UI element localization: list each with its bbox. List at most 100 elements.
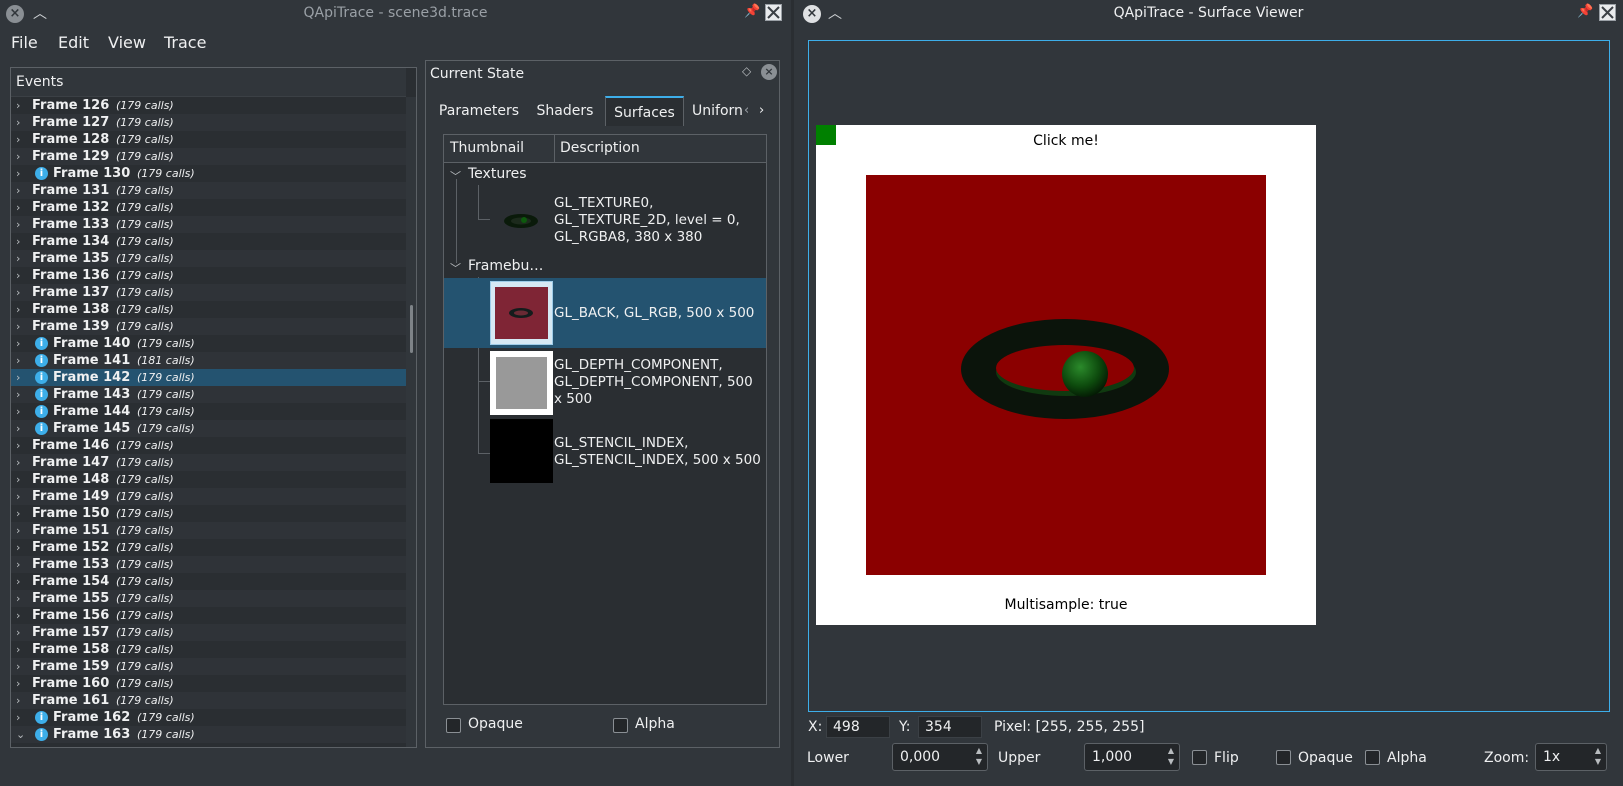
tab-shaders[interactable]: Shaders — [525, 96, 605, 126]
event-frame-row[interactable]: › Frame 159 (179 calls) — [11, 658, 406, 675]
event-frame-row[interactable]: › i Frame 140 (179 calls) — [11, 335, 406, 352]
framebuffers-group[interactable]: Framebu… — [468, 258, 543, 274]
chevron-right-icon[interactable]: › — [16, 692, 20, 709]
event-frame-row[interactable]: › i Frame 142 (179 calls) — [11, 369, 406, 386]
chevron-right-icon[interactable]: › — [16, 539, 20, 556]
opaque-checkbox[interactable] — [446, 718, 461, 733]
tab-uniforms[interactable]: Uniforn — [684, 96, 744, 126]
chevron-right-icon[interactable]: › — [16, 318, 20, 335]
chevron-right-icon[interactable]: › — [16, 522, 20, 539]
texture-row[interactable]: GL_TEXTURE0, GL_TEXTURE_2D, level = 0, G… — [444, 190, 766, 252]
menu-view[interactable]: View — [108, 33, 146, 52]
chevron-right-icon[interactable]: › — [16, 199, 20, 216]
col-description[interactable]: Description — [560, 140, 640, 156]
tab-scroll-left-icon[interactable]: ‹ — [744, 103, 749, 118]
chevron-right-icon[interactable]: › — [16, 505, 20, 522]
viewer-opaque-checkbox[interactable] — [1276, 750, 1291, 765]
chevron-right-icon[interactable]: › — [16, 369, 20, 386]
col-thumbnail[interactable]: Thumbnail — [450, 140, 524, 156]
chevron-right-icon[interactable]: › — [16, 301, 20, 318]
chevron-right-icon[interactable]: › — [16, 250, 20, 267]
event-frame-row[interactable]: › Frame 133 (179 calls) — [11, 216, 406, 233]
event-frame-row[interactable]: › Frame 127 (179 calls) — [11, 114, 406, 131]
events-scrollbar[interactable] — [406, 97, 416, 747]
event-frame-row[interactable]: › Frame 157 (179 calls) — [11, 624, 406, 641]
alpha-checkbox[interactable] — [613, 718, 628, 733]
chevron-right-icon[interactable]: › — [16, 709, 20, 726]
event-frame-row[interactable]: › i Frame 143 (179 calls) — [11, 386, 406, 403]
event-frame-row[interactable]: › Frame 160 (179 calls) — [11, 675, 406, 692]
upper-spinbox[interactable]: 1,000 ▲ ▼ — [1084, 743, 1180, 771]
event-frame-row[interactable]: › Frame 134 (179 calls) — [11, 233, 406, 250]
event-frame-row[interactable]: ⌄ i Frame 163 (179 calls) — [11, 726, 406, 743]
chevron-right-icon[interactable]: › — [16, 131, 20, 148]
chevron-right-icon[interactable]: › — [16, 148, 20, 165]
chevron-right-icon[interactable]: › — [16, 403, 20, 420]
chevron-right-icon[interactable]: › — [16, 216, 20, 233]
event-frame-row[interactable]: › Frame 161 (179 calls) — [11, 692, 406, 709]
viewer-alpha-checkbox[interactable] — [1365, 750, 1380, 765]
event-frame-row[interactable]: › i Frame 130 (179 calls) — [11, 165, 406, 182]
event-frame-row[interactable]: › Frame 146 (179 calls) — [11, 437, 406, 454]
event-frame-row[interactable]: › Frame 155 (179 calls) — [11, 590, 406, 607]
event-frame-row[interactable]: › Frame 147 (179 calls) — [11, 454, 406, 471]
event-frame-row[interactable]: › i Frame 162 (179 calls) — [11, 709, 406, 726]
viewer-pin-icon[interactable]: 📌 — [1577, 4, 1593, 19]
event-frame-row[interactable]: › Frame 151 (179 calls) — [11, 522, 406, 539]
chevron-right-icon[interactable]: › — [16, 233, 20, 250]
event-frame-row[interactable]: › Frame 152 (179 calls) — [11, 539, 406, 556]
event-frame-row[interactable]: › i Frame 141 (181 calls) — [11, 352, 406, 369]
chevron-right-icon[interactable]: › — [16, 641, 20, 658]
chevron-right-icon[interactable]: › — [16, 335, 20, 352]
chevron-right-icon[interactable]: › — [16, 267, 20, 284]
chevron-right-icon[interactable]: › — [16, 437, 20, 454]
event-frame-row[interactable]: › Frame 154 (179 calls) — [11, 573, 406, 590]
chevron-right-icon[interactable]: › — [16, 573, 20, 590]
chevron-right-icon[interactable]: › — [16, 607, 20, 624]
chevron-right-icon[interactable]: › — [16, 590, 20, 607]
event-frame-row[interactable]: › Frame 149 (179 calls) — [11, 488, 406, 505]
tab-parameters[interactable]: Parameters — [433, 96, 525, 126]
surface-image[interactable]: Click me! Multisample: true — [816, 125, 1316, 625]
menu-trace[interactable]: Trace — [164, 33, 206, 52]
chevron-right-icon[interactable]: › — [16, 352, 20, 369]
event-frame-row[interactable]: › Frame 148 (179 calls) — [11, 471, 406, 488]
zoom-spinbox[interactable]: 1x ▲ ▼ — [1535, 743, 1607, 771]
event-frame-row[interactable]: › Frame 136 (179 calls) — [11, 267, 406, 284]
chevron-right-icon[interactable]: › — [16, 658, 20, 675]
framebuffer-row-back[interactable]: GL_BACK, GL_RGB, 500 x 500 — [444, 278, 766, 348]
textures-chevron-icon[interactable]: ﹀ — [450, 168, 461, 184]
chevron-right-icon[interactable]: › — [16, 97, 20, 114]
chevron-right-icon[interactable]: › — [16, 284, 20, 301]
chevron-right-icon[interactable]: › — [16, 454, 20, 471]
lower-spin-arrows-icon[interactable]: ▲ ▼ — [976, 745, 982, 767]
framebuffer-row-stencil[interactable]: GL_STENCIL_INDEX, GL_STENCIL_INDEX, 500 … — [444, 416, 766, 484]
event-frame-row[interactable]: › Frame 153 (179 calls) — [11, 556, 406, 573]
tab-scroll-right-icon[interactable]: › — [759, 103, 764, 118]
textures-group[interactable]: Textures — [468, 166, 527, 182]
float-dock-icon[interactable]: ◇ — [742, 64, 751, 78]
event-frame-row[interactable]: › Frame 137 (179 calls) — [11, 284, 406, 301]
chevron-right-icon[interactable]: › — [16, 165, 20, 182]
event-frame-row[interactable]: › Frame 129 (179 calls) — [11, 148, 406, 165]
chevron-right-icon[interactable]: › — [16, 488, 20, 505]
chevron-right-icon[interactable]: › — [16, 182, 20, 199]
event-frame-row[interactable]: › Frame 128 (179 calls) — [11, 131, 406, 148]
chevron-right-icon[interactable]: › — [16, 624, 20, 641]
flip-checkbox[interactable] — [1192, 750, 1207, 765]
framebuffers-chevron-icon[interactable]: ﹀ — [450, 260, 461, 276]
pin-icon[interactable]: 📌 — [744, 4, 760, 19]
lower-spinbox[interactable]: 0,000 ▲ ▼ — [892, 743, 988, 771]
chevron-right-icon[interactable]: › — [16, 471, 20, 488]
framebuffer-row-depth[interactable]: GL_DEPTH_COMPONENT, GL_DEPTH_COMPONENT, … — [444, 348, 766, 416]
event-frame-row[interactable]: › Frame 126 (179 calls) — [11, 97, 406, 114]
close-dock-button[interactable]: × — [761, 64, 777, 80]
event-frame-row[interactable]: › Frame 131 (179 calls) — [11, 182, 406, 199]
chevron-right-icon[interactable]: › — [16, 386, 20, 403]
chevron-right-icon[interactable]: › — [16, 556, 20, 573]
event-frame-row[interactable]: › Frame 138 (179 calls) — [11, 301, 406, 318]
chevron-right-icon[interactable]: › — [16, 420, 20, 437]
event-frame-row[interactable]: › Frame 156 (179 calls) — [11, 607, 406, 624]
event-frame-row[interactable]: › i Frame 144 (179 calls) — [11, 403, 406, 420]
event-frame-row[interactable]: › Frame 158 (179 calls) — [11, 641, 406, 658]
